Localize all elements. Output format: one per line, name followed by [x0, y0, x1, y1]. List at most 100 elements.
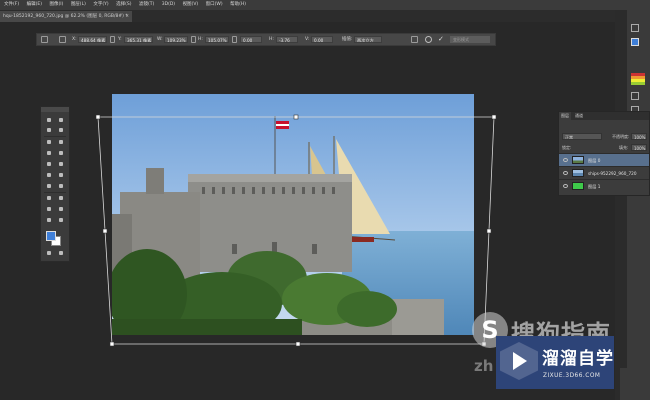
- move-icon[interactable]: [46, 117, 52, 123]
- layer-thumbnail: [572, 182, 584, 190]
- menu-filter[interactable]: 滤镜(T): [139, 0, 154, 10]
- interpolation-label: 插值:: [342, 37, 353, 42]
- healing-icon[interactable]: [46, 150, 52, 156]
- layer-thumbnail: [572, 169, 584, 177]
- width-label: W:: [157, 37, 163, 42]
- zoom-icon[interactable]: [58, 217, 64, 223]
- tools-divider: [44, 136, 66, 137]
- tools-divider: [44, 192, 66, 193]
- quick-select-icon[interactable]: [58, 127, 64, 133]
- y-label: Y:: [118, 37, 122, 42]
- castle-photo: [112, 94, 474, 335]
- menu-type[interactable]: 文字(Y): [93, 0, 108, 10]
- v-skew-field[interactable]: 0.00: [311, 36, 333, 43]
- layers-panel-tabs: 图层 通道: [559, 112, 649, 120]
- eraser-icon[interactable]: [46, 172, 52, 178]
- sogou-watermark-sub: zh: [474, 357, 494, 375]
- document-tab[interactable]: hqu-1852192_960_720.jpg @ 62.2% (图层 0, R…: [0, 11, 132, 22]
- layer-thumbnail: [572, 156, 584, 164]
- swatches-icon[interactable]: [631, 73, 645, 85]
- color-panel-icon[interactable]: [631, 38, 639, 46]
- cancel-transform-icon[interactable]: [425, 36, 432, 43]
- menu-file[interactable]: 文件(F): [4, 0, 19, 10]
- reference-point-icon[interactable]: [59, 36, 66, 43]
- tools-panel: [40, 106, 70, 262]
- menu-view[interactable]: 视图(V): [183, 0, 199, 10]
- delta-icon[interactable]: [110, 36, 115, 43]
- y-position-field[interactable]: 365.31 像素: [124, 36, 153, 43]
- menu-layer[interactable]: 图层(L): [71, 0, 86, 10]
- quick-mask-icon[interactable]: [46, 250, 52, 256]
- dodge-icon[interactable]: [58, 183, 64, 189]
- options-bar: X: 488.64 像素 Y: 365.31 像素 W: 109.23% H: …: [36, 33, 496, 46]
- screen-mode-icon[interactable]: [58, 250, 64, 256]
- height-field[interactable]: 105.07%: [205, 36, 229, 43]
- v-skew-label: V:: [305, 37, 310, 42]
- x-label: X:: [72, 37, 77, 42]
- fill-label: 填充:: [619, 145, 629, 150]
- blend-mode-select[interactable]: 正常: [562, 133, 602, 140]
- layer-row-layer-0[interactable]: 图层 0: [559, 153, 649, 166]
- zixue-watermark: 溜溜自学 ZIXUE.3D66.COM: [496, 336, 614, 389]
- eyedropper-icon[interactable]: [58, 139, 64, 145]
- angle-icon: [232, 36, 237, 43]
- tab-layers[interactable]: 图层: [559, 112, 571, 120]
- h-skew-label: H:: [269, 37, 274, 42]
- layer-name: 图层 1: [588, 184, 601, 189]
- menu-help[interactable]: 帮助(H): [230, 0, 246, 10]
- height-label: H:: [198, 37, 203, 42]
- visibility-eye-icon[interactable]: [563, 171, 568, 175]
- interpolation-select[interactable]: 两次立方: [354, 36, 382, 43]
- gradient-icon[interactable]: [58, 172, 64, 178]
- visibility-eye-icon[interactable]: [563, 184, 568, 188]
- document-tab-strip: hqu-1852192_960_720.jpg @ 62.2% (图层 0, R…: [0, 10, 615, 22]
- play-icon: [513, 352, 527, 370]
- document-canvas[interactable]: [112, 94, 474, 335]
- path-select-icon[interactable]: [46, 206, 52, 212]
- menu-window[interactable]: 窗口(W): [206, 0, 223, 10]
- hand-icon[interactable]: [46, 217, 52, 223]
- bottom-right-panel: [620, 368, 650, 400]
- marquee-icon[interactable]: [58, 117, 64, 123]
- blur-icon[interactable]: [46, 183, 52, 189]
- tools-panel-grip[interactable]: [41, 107, 69, 112]
- history-icon[interactable]: [631, 24, 639, 32]
- fill-field[interactable]: 100%: [631, 144, 647, 151]
- foreground-color-swatch[interactable]: [46, 231, 56, 241]
- pen-icon[interactable]: [46, 195, 52, 201]
- layer-row-layer-1[interactable]: 图层 1: [559, 179, 649, 192]
- shape-icon[interactable]: [58, 206, 64, 212]
- x-position-field[interactable]: 488.64 像素: [78, 36, 107, 43]
- link-icon[interactable]: [191, 36, 196, 43]
- mode-button[interactable]: 变形模式: [450, 36, 490, 43]
- menu-bar: 文件(F) 编辑(E) 图像(I) 图层(L) 文字(Y) 选择(S) 滤镜(T…: [0, 0, 650, 10]
- history-brush-icon[interactable]: [58, 161, 64, 167]
- lasso-icon[interactable]: [46, 127, 52, 133]
- lock-label: 锁定:: [562, 145, 572, 150]
- visibility-eye-icon[interactable]: [563, 158, 568, 162]
- adjustments-icon[interactable]: [631, 92, 639, 100]
- close-icon[interactable]: ×: [125, 11, 129, 22]
- menu-image[interactable]: 图像(I): [49, 0, 63, 10]
- menu-select[interactable]: 选择(S): [116, 0, 131, 10]
- width-field[interactable]: 109.23%: [164, 36, 188, 43]
- crop-icon[interactable]: [46, 139, 52, 145]
- transform-tool-icon: [41, 36, 48, 43]
- menu-3d[interactable]: 3D(D): [162, 0, 175, 10]
- commit-transform-icon[interactable]: ✓: [438, 36, 445, 43]
- opacity-label: 不透明度:: [612, 134, 630, 139]
- tab-channels[interactable]: 通道: [573, 112, 585, 120]
- opacity-field[interactable]: 100%: [631, 133, 647, 140]
- layers-panel: 图层 通道 正常 不透明度: 100% 锁定: 填充: 100% 图层 0 sh…: [558, 111, 650, 196]
- type-icon[interactable]: [58, 195, 64, 201]
- zixue-url: ZIXUE.3D66.COM: [543, 373, 601, 379]
- layer-row-ships[interactable]: ships-952292_960_720: [559, 166, 649, 179]
- warp-mode-icon[interactable]: [411, 36, 418, 43]
- angle-field[interactable]: 0.00: [240, 36, 262, 43]
- zixue-title: 溜溜自学: [542, 349, 614, 369]
- menu-edit[interactable]: 编辑(E): [27, 0, 42, 10]
- clone-stamp-icon[interactable]: [46, 161, 52, 167]
- brush-icon[interactable]: [58, 150, 64, 156]
- document-tab-title: hqu-1852192_960_720.jpg @ 62.2% (图层 0, R…: [3, 14, 128, 19]
- h-skew-field[interactable]: -3.76: [276, 36, 298, 43]
